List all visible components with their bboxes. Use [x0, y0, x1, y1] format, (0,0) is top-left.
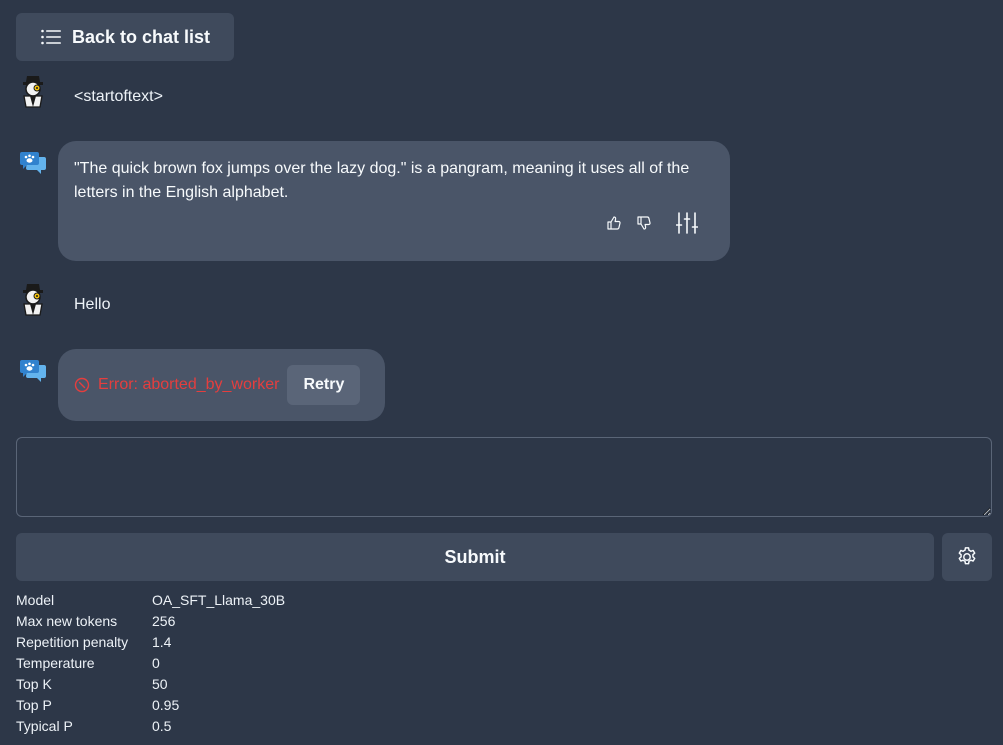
assistant-error-bubble: Error: aborted_by_worker Retry — [58, 349, 385, 421]
param-row: Model OA_SFT_Llama_30B — [16, 590, 285, 611]
param-label: Model — [16, 592, 55, 608]
back-button-label: Back to chat list — [71, 26, 211, 47]
param-label: Max new tokens — [16, 613, 118, 629]
gear-icon — [956, 546, 978, 568]
error-row: Error: aborted_by_worker Retry — [74, 365, 361, 405]
settings-button[interactable] — [942, 533, 992, 581]
param-row: Top K 50 — [16, 674, 285, 695]
prompt-input[interactable] — [16, 437, 992, 517]
user-message-text: Hello — [74, 296, 111, 313]
message-actions — [606, 212, 698, 234]
param-label: Temperature — [16, 655, 95, 671]
submit-button[interactable]: Submit — [16, 533, 934, 581]
sliders-icon[interactable] — [676, 212, 698, 234]
assistant-chat-icon — [20, 152, 46, 174]
param-label: Typical P — [16, 718, 73, 734]
user-avatar — [18, 74, 48, 108]
param-value: 0.95 — [152, 697, 180, 713]
param-row: Typical P 0.5 — [16, 716, 285, 737]
param-row: Temperature 0 — [16, 653, 285, 674]
error-message: Error: aborted_by_worker — [98, 376, 280, 393]
user-message-text: <startoftext> — [74, 88, 163, 105]
assistant-chat-icon — [20, 360, 46, 382]
param-value: OA_SFT_Llama_30B — [152, 592, 286, 608]
param-value: 0 — [152, 655, 160, 671]
retry-button[interactable]: Retry — [287, 365, 361, 405]
param-row: Top P 0.95 — [16, 695, 285, 716]
param-value: 1.4 — [152, 634, 172, 650]
param-label: Top K — [16, 676, 52, 692]
list-icon — [40, 28, 62, 46]
param-row: Max new tokens 256 — [16, 611, 285, 632]
chat-page: Back to chat list <startoftext> "The qui… — [0, 0, 1003, 745]
assistant-message-text: "The quick brown fox jumps over the lazy… — [74, 160, 690, 201]
param-value: 50 — [152, 676, 168, 692]
param-row: Repetition penalty 1.4 — [16, 632, 285, 653]
thumbs-up-icon[interactable] — [606, 215, 622, 231]
model-parameters: Model OA_SFT_Llama_30B Max new tokens 25… — [16, 590, 285, 737]
param-value: 256 — [152, 613, 176, 629]
assistant-message-bubble: "The quick brown fox jumps over the lazy… — [58, 141, 730, 261]
thumbs-down-icon[interactable] — [636, 215, 652, 231]
error-circle-icon — [74, 377, 90, 393]
param-label: Repetition penalty — [16, 634, 129, 650]
user-avatar — [18, 282, 48, 316]
param-value: 0.5 — [152, 718, 172, 734]
back-to-chat-list-button[interactable]: Back to chat list — [16, 13, 234, 61]
param-label: Top P — [16, 697, 52, 713]
